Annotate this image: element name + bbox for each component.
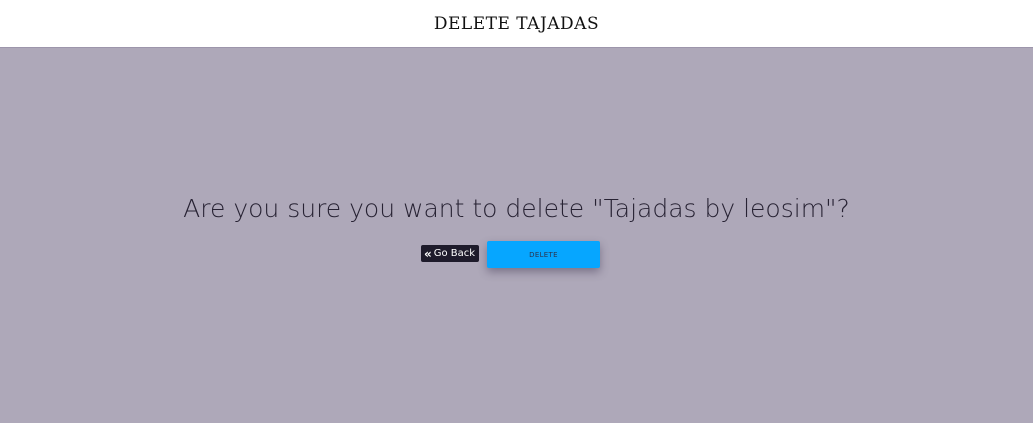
double-chevron-left-icon: « bbox=[424, 246, 432, 261]
go-back-label: Go Back bbox=[433, 248, 476, 259]
go-back-button[interactable]: « Go Back bbox=[421, 245, 480, 262]
delete-button-label: DELETE bbox=[529, 250, 558, 259]
delete-confirmation-panel: Are you sure you want to delete "Tajadas… bbox=[0, 48, 1033, 423]
delete-button[interactable]: DELETE bbox=[487, 241, 600, 268]
delete-confirmation-prompt: Are you sure you want to delete "Tajadas… bbox=[183, 194, 850, 223]
page-title: DELETE TAJADAS bbox=[433, 13, 600, 34]
page-header: DELETE TAJADAS bbox=[0, 0, 1033, 48]
